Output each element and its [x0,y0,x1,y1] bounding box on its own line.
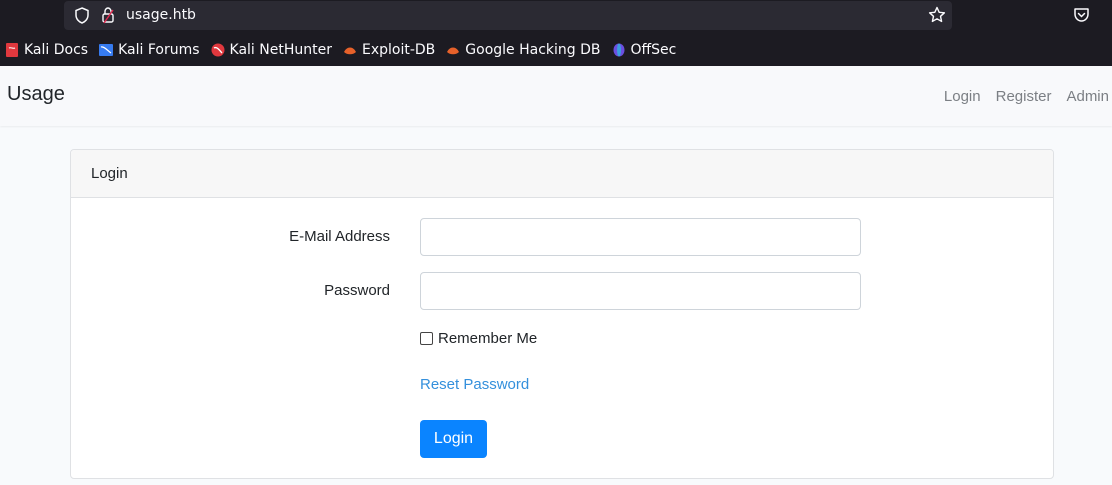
bookmark-offsec[interactable]: OffSec [612,42,676,58]
kali-docs-icon [6,43,18,57]
bookmarks-toolbar: Kali Docs Kali Forums Kali NetHunter Exp… [0,38,682,62]
nav-link-admin[interactable]: Admin [1066,88,1109,105]
reset-password-link[interactable]: Reset Password [420,376,529,393]
bookmark-google-hacking-db[interactable]: Google Hacking DB [446,42,601,58]
card-title: Login [91,165,128,182]
nav-link-register[interactable]: Register [996,88,1052,105]
kali-forums-icon [99,44,114,56]
lock-icon[interactable] [101,6,115,24]
remember-me-checkbox[interactable] [420,332,433,345]
nav-link-login[interactable]: Login [944,88,981,105]
address-bar[interactable]: usage.htb [64,1,952,30]
card-header: Login [71,150,1053,198]
bookmark-kali-docs[interactable]: Kali Docs [5,42,88,58]
remember-me-row: Remember Me [420,330,537,347]
nav-links: Login Register Admin [929,88,1109,105]
login-card: Login E-Mail Address Password Remember M… [70,149,1054,479]
bookmark-kali-forums[interactable]: Kali Forums [99,42,200,58]
bookmark-kali-nethunter[interactable]: Kali NetHunter [211,42,332,58]
login-button[interactable]: Login [420,420,487,458]
page-content: Usage Login Register Admin Login E-Mail … [0,66,1112,485]
ghdb-icon [447,47,460,55]
pocket-icon[interactable] [1073,7,1090,23]
remember-me-label[interactable]: Remember Me [438,330,537,347]
email-field[interactable] [420,218,861,256]
offsec-icon [613,43,624,57]
browser-chrome: usage.htb Kali Docs Kali Forums Kali Net… [0,0,1112,66]
exploit-db-icon [343,47,356,55]
url-text[interactable]: usage.htb [126,7,196,23]
password-field[interactable] [420,272,861,310]
bookmark-star-icon[interactable] [928,6,946,24]
navbar: Usage Login Register Admin [0,66,1112,126]
shield-icon[interactable] [74,7,90,24]
kali-nethunter-icon [211,43,225,57]
brand-logo[interactable]: Usage [7,83,65,106]
password-label: Password [324,282,390,299]
email-label: E-Mail Address [289,228,390,245]
bookmark-exploit-db[interactable]: Exploit-DB [343,42,435,58]
